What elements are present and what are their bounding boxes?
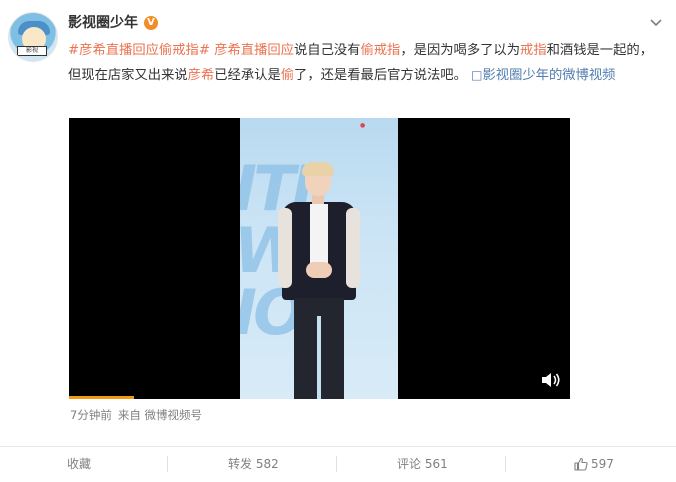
video-watermark: ● [360, 122, 366, 129]
author-name[interactable]: 影视圈少年 [68, 13, 138, 33]
author-avatar[interactable]: 影视 [8, 12, 58, 62]
verified-icon: V [144, 16, 158, 30]
post-text-segment: 了，还是看最后官方说法吧。 [294, 68, 472, 83]
video-source-link[interactable]: 影视圈少年的微博视频 [482, 68, 615, 83]
video-frame: ITIWIIOI ● [240, 118, 398, 399]
repost-count: 582 [255, 457, 279, 471]
chevron-down-icon[interactable] [649, 16, 663, 30]
comment-count: 561 [424, 457, 448, 471]
hashtag-link[interactable]: 彦希 [188, 68, 215, 83]
thumbs-up-icon [574, 457, 588, 471]
post-text: #彦希直播回应偷戒指# 彦希直播回应说自己没有偷戒指，是因为喝多了以为戒指和酒钱… [68, 38, 658, 88]
post-text-segment: 已经承认是 [214, 68, 281, 83]
repost-button[interactable]: 转发 582 [228, 454, 279, 474]
like-button[interactable]: 597 [574, 454, 614, 474]
weibo-post-card: 影视 影视圈少年 V #彦希直播回应偷戒指# 彦希直播回应说自己没有偷戒指，是因… [0, 0, 676, 482]
avatar-badge: 影视 [17, 46, 47, 56]
video-subject [278, 162, 360, 399]
action-separator [167, 456, 168, 472]
source-prefix: 来自 [117, 408, 141, 422]
post-meta: 7分钟前 来自 微博视频号 [70, 406, 202, 424]
like-count: 597 [591, 457, 614, 471]
hashtag-link[interactable]: 偷 [281, 68, 294, 83]
post-source[interactable]: 微博视频号 [144, 408, 202, 422]
hashtag-link[interactable]: 戒指 [520, 43, 547, 58]
hashtag-link[interactable]: 彦希直播回应 [214, 43, 294, 58]
favorite-label: 收藏 [67, 457, 92, 471]
action-separator [505, 456, 506, 472]
favorite-button[interactable]: 收藏 [67, 454, 91, 474]
speaker-icon[interactable] [541, 372, 561, 388]
video-progress-bar[interactable] [69, 396, 135, 399]
action-separator [336, 456, 337, 472]
hashtag-link[interactable]: #彦希直播回应偷戒指# [68, 43, 210, 58]
action-divider [0, 446, 676, 447]
repost-label: 转发 [228, 457, 253, 471]
video-link-icon[interactable]: □ [471, 68, 482, 82]
video-player[interactable]: ITIWIIOI ● [69, 118, 570, 399]
post-text-segment: ，是因为喝多了以为 [400, 43, 521, 58]
post-time[interactable]: 7分钟前 [70, 408, 112, 422]
comment-label: 评论 [397, 457, 422, 471]
post-text-segment: 说自己没有 [293, 43, 361, 58]
comment-button[interactable]: 评论 561 [397, 454, 448, 474]
hashtag-link[interactable]: 偷戒指 [360, 43, 400, 58]
